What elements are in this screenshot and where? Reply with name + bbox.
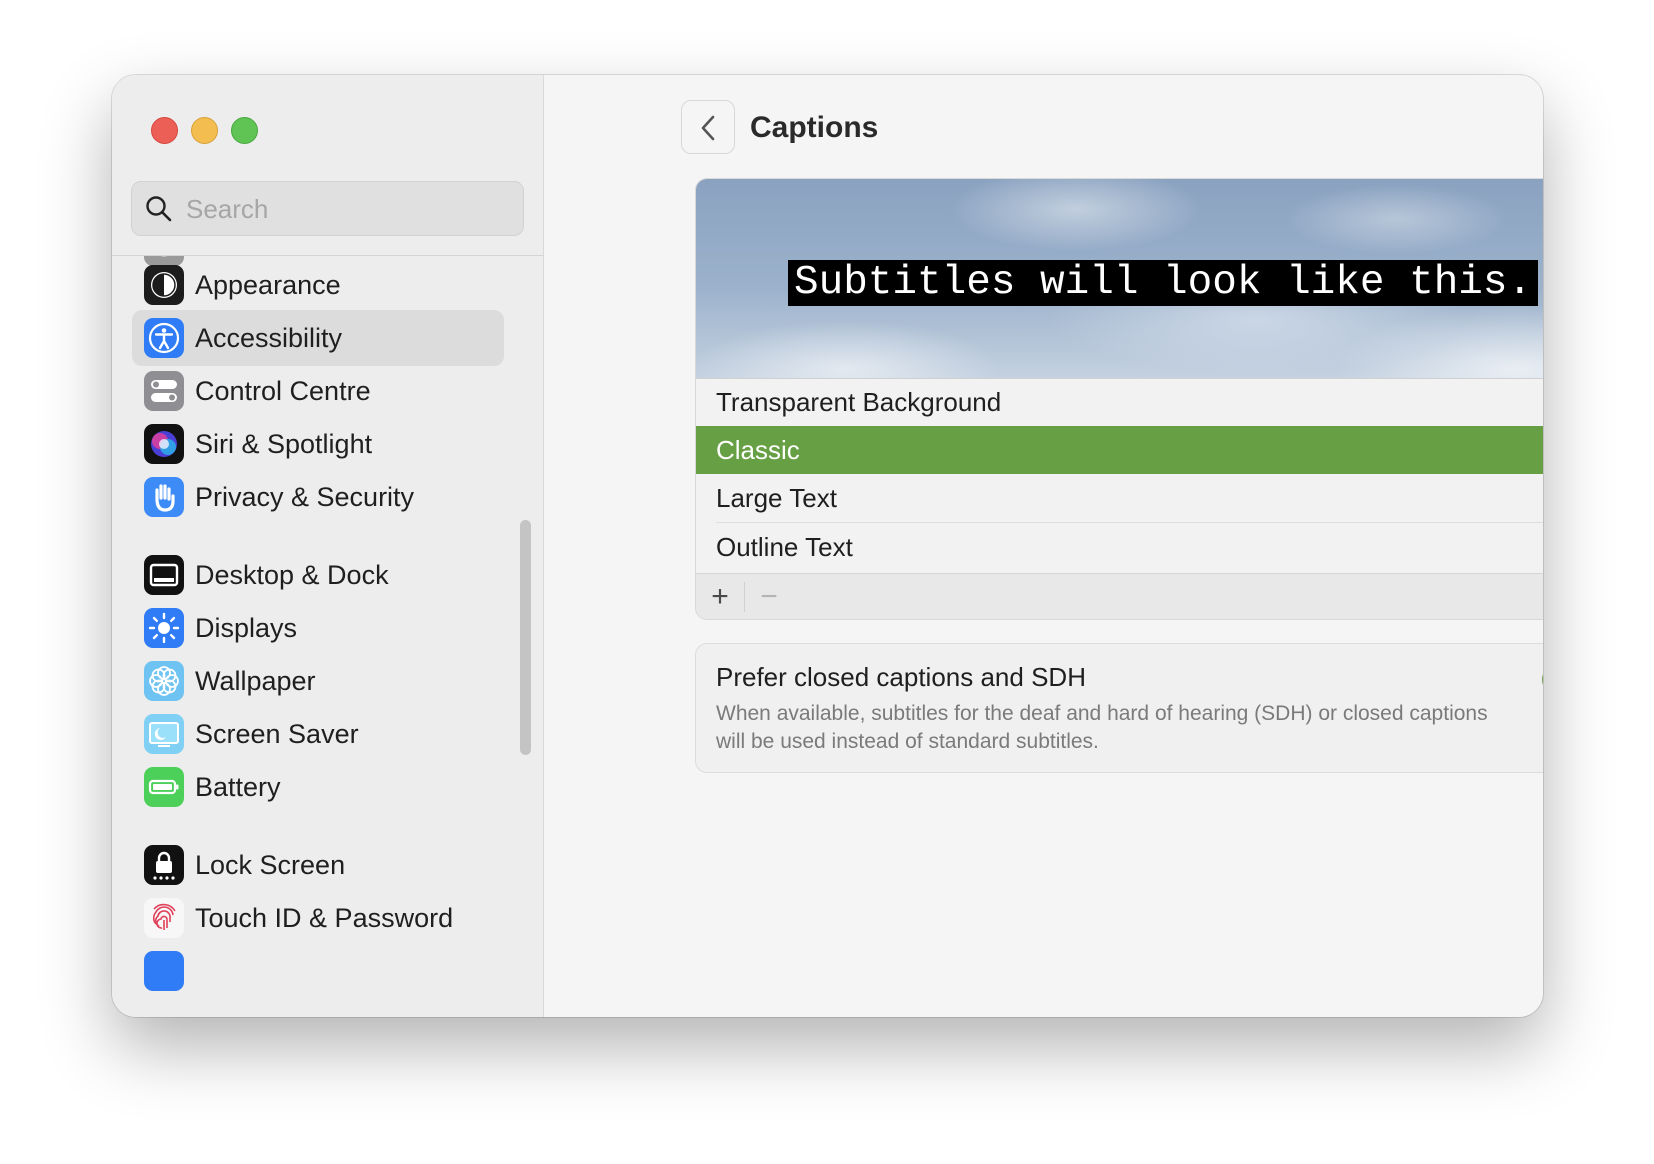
zoom-button[interactable] xyxy=(231,117,258,144)
sidebar-item-partial-bottom[interactable] xyxy=(132,943,504,999)
sidebar-item-label: Accessibility xyxy=(195,323,343,353)
dock-icon xyxy=(144,555,184,595)
flower-icon xyxy=(144,661,184,701)
sidebar-item-touch-id-password[interactable]: Touch ID & Password xyxy=(132,890,504,946)
style-row-label: Classic xyxy=(716,435,800,465)
main-pane: Captions Subtitles will look like this. … xyxy=(543,75,1543,1017)
sidebar-item-siri-spotlight[interactable]: Siri & Spotlight xyxy=(132,416,504,472)
sidebar-item-displays[interactable]: Displays xyxy=(132,600,504,656)
sidebar-item-label: Wallpaper xyxy=(195,666,316,696)
minimize-button[interactable] xyxy=(191,117,218,144)
siri-icon xyxy=(144,424,184,464)
sidebar-item-label: Privacy & Security xyxy=(195,482,415,512)
sidebar-item-label: Lock Screen xyxy=(195,850,346,880)
sidebar-scrollbar[interactable] xyxy=(520,520,531,755)
subtitle-preview: Subtitles will look like this. xyxy=(696,179,1543,379)
search-input[interactable] xyxy=(184,182,508,237)
sidebar-item-desktop-dock[interactable]: Desktop & Dock xyxy=(132,547,504,603)
lock-icon xyxy=(144,845,184,885)
sdh-toggle[interactable] xyxy=(1542,664,1543,695)
sidebar-item-label: Desktop & Dock xyxy=(195,560,389,590)
sidebar-item-label: Screen Saver xyxy=(195,719,359,749)
sidebar-item-label: Appearance xyxy=(195,270,341,300)
add-style-button[interactable]: + xyxy=(696,574,744,619)
style-row-classic[interactable]: Classic xyxy=(696,426,1543,474)
hand-icon xyxy=(144,477,184,517)
fingerprint-icon xyxy=(144,898,184,938)
sidebar-item-privacy-security[interactable]: Privacy & Security xyxy=(132,469,504,525)
sidebar-list: Appearance Accessibility Control Centre … xyxy=(112,256,543,1017)
sun-icon xyxy=(144,608,184,648)
style-row-transparent-background[interactable]: Transparent Background xyxy=(696,378,1543,426)
remove-style-button[interactable]: − xyxy=(745,574,793,619)
sidebar: Appearance Accessibility Control Centre … xyxy=(112,75,544,1017)
sidebar-item-control-centre[interactable]: Control Centre xyxy=(132,363,504,419)
screen-saver-icon xyxy=(144,714,184,754)
sdh-description: When available, subtitles for the deaf a… xyxy=(716,702,1488,753)
caption-styles-panel: Subtitles will look like this. Transpare… xyxy=(695,178,1543,620)
sidebar-item-lock-screen[interactable]: Lock Screen xyxy=(132,837,504,893)
sidebar-item-screen-saver[interactable]: Screen Saver xyxy=(132,706,504,762)
sidebar-item-label: Control Centre xyxy=(195,376,371,406)
sidebar-item-label: Siri & Spotlight xyxy=(195,429,373,459)
sidebar-item-battery[interactable]: Battery xyxy=(132,759,504,815)
search-icon xyxy=(146,196,172,222)
settings-window: Appearance Accessibility Control Centre … xyxy=(112,75,1543,1017)
sidebar-item-wallpaper[interactable]: Wallpaper xyxy=(132,653,504,709)
style-row-label: Outline Text xyxy=(716,532,853,562)
users-icon xyxy=(144,951,184,991)
style-row-label: Transparent Background xyxy=(716,387,1002,417)
close-button[interactable] xyxy=(151,117,178,144)
back-button[interactable] xyxy=(681,100,735,154)
battery-icon xyxy=(144,767,184,807)
sidebar-item-appearance[interactable]: Appearance xyxy=(132,257,504,313)
style-row-large-text[interactable]: Large Text xyxy=(696,474,1543,522)
search-field[interactable] xyxy=(131,181,524,237)
accessibility-icon xyxy=(144,318,184,358)
sidebar-item-label: Battery xyxy=(195,772,281,802)
style-row-label: Large Text xyxy=(716,483,837,513)
control-centre-icon xyxy=(144,371,184,411)
sidebar-item-label: Displays xyxy=(195,613,298,643)
page-title: Captions xyxy=(750,111,879,144)
sidebar-item-accessibility[interactable]: Accessibility xyxy=(132,310,504,366)
appearance-icon xyxy=(144,265,184,305)
sidebar-item-label: Touch ID & Password xyxy=(195,903,454,933)
subtitle-sample-text: Subtitles will look like this. xyxy=(788,260,1539,306)
style-row-outline-text[interactable]: Outline Text xyxy=(696,523,1543,571)
chevron-left-icon xyxy=(701,115,715,141)
sdh-setting-card: Prefer closed captions and SDH When avai… xyxy=(695,643,1543,773)
list-toolbar: + − xyxy=(696,573,1543,619)
sdh-title: Prefer closed captions and SDH xyxy=(716,662,1086,692)
